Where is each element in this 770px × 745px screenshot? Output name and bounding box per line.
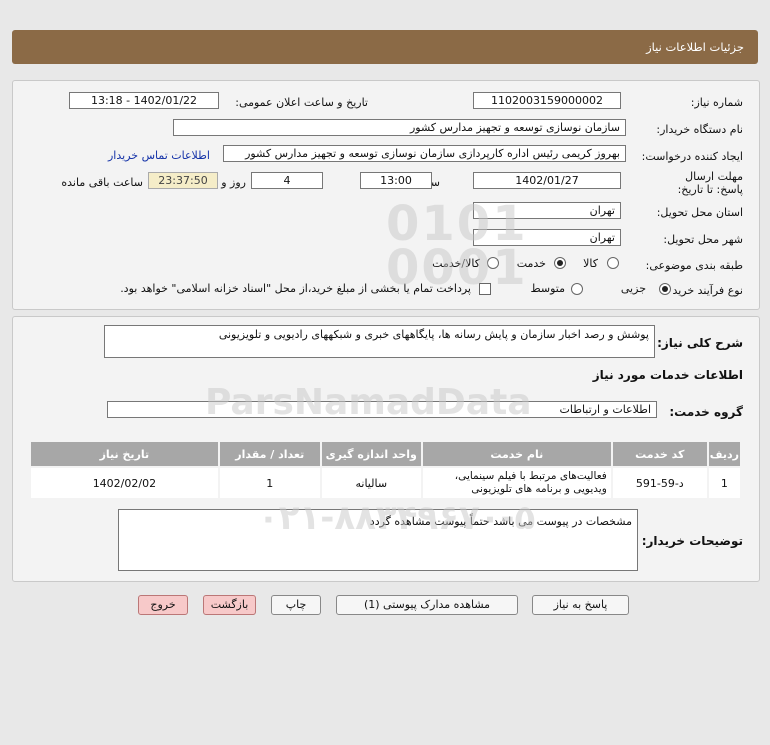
cell-name: فعالیت‌های مرتبط با فیلم سینمایی، ویدیوی… (420, 466, 613, 500)
announce-field: 1402/01/22 - 13:18 (69, 92, 219, 109)
cell-unit: سالیانه (319, 466, 423, 500)
table-row: 1 د-59-591 فعالیت‌های مرتبط با فیلم سینم… (29, 466, 743, 500)
summary-field: پوشش و رصد اخبار سازمان و پایش رسانه ها،… (104, 325, 655, 358)
summary-label: شرح کلی نیاز: (657, 336, 743, 350)
buyer-notes-label: توضیحات خریدار: (641, 534, 743, 548)
col-date-header: تاریخ نیاز (29, 440, 220, 468)
category-option-goods-service: کالا/خدمت (432, 257, 480, 270)
service-group-field: اطلاعات و ارتباطات (107, 401, 657, 418)
category-option-goods: کالا (583, 257, 598, 270)
col-name-header: نام خدمت (420, 440, 613, 468)
exit-button[interactable]: خروج (138, 595, 188, 615)
reply-button[interactable]: پاسخ به نیاز (532, 595, 629, 615)
cell-code: د-59-591 (610, 466, 709, 500)
buyer-org-label: نام دستگاه خریدار: (656, 123, 743, 136)
need-number-label: شماره نیاز: (690, 96, 743, 109)
category-radio-service[interactable] (554, 257, 566, 269)
creator-label: ایجاد کننده درخواست: (641, 150, 743, 163)
payment-note: پرداخت تمام یا بخشی از مبلغ خرید،از محل … (120, 282, 471, 295)
buyer-notes-field: مشخصات در پیوست می باشد حتماً پیوست مشاه… (118, 509, 638, 571)
process-label: نوع فرآیند خرید : (665, 284, 743, 297)
treasury-payment-checkbox[interactable] (479, 283, 491, 295)
need-number-field: 1102003159000002 (473, 92, 621, 109)
days-label: روز و (221, 176, 246, 189)
col-unit-header: واحد اندازه گیری (319, 440, 423, 468)
page-title: جزئیات اطلاعات نیاز (646, 40, 744, 54)
cell-qty: 1 (217, 466, 322, 500)
process-option-minor: جزیی (620, 282, 646, 295)
page-header: جزئیات اطلاعات نیاز (12, 30, 758, 64)
process-radio-minor[interactable] (659, 283, 671, 295)
services-table: ردیف کد خدمت نام خدمت واحد اندازه گیری ت… (29, 440, 743, 500)
col-code-header: کد خدمت (610, 440, 709, 468)
creator-field: بهروز کریمی رئیس اداره کارپردازی سازمان … (223, 145, 626, 162)
back-button[interactable]: بازگشت (203, 595, 256, 615)
category-radio-goods-service[interactable] (487, 257, 499, 269)
remaining-label: ساعت باقی مانده (61, 176, 143, 189)
province-field: تهران (473, 202, 621, 219)
buyer-org-field: سازمان نوسازی توسعه و تجهیز مدارس کشور (173, 119, 626, 136)
service-group-label: گروه خدمت: (669, 405, 743, 419)
view-attachments-button[interactable]: مشاهده مدارک پیوستی (1) (336, 595, 518, 615)
remaining-time-field: 23:37:50 (148, 172, 218, 189)
print-button[interactable]: چاپ (271, 595, 321, 615)
category-label: طبقه بندی موضوعی: (645, 259, 743, 272)
process-radio-medium[interactable] (571, 283, 583, 295)
province-label: استان محل تحویل: (656, 206, 743, 219)
deadline-label: مهلت ارسال پاسخ: تا تاریخ: (677, 170, 743, 196)
col-qty-header: تعداد / مقدار (217, 440, 322, 468)
table-header-row: ردیف کد خدمت نام خدمت واحد اندازه گیری ت… (29, 440, 743, 468)
category-option-service: خدمت (516, 257, 546, 270)
city-field: تهران (473, 229, 621, 246)
city-label: شهر محل تحویل: (663, 233, 743, 246)
announce-label: تاریخ و ساعت اعلان عمومی: (235, 96, 368, 109)
deadline-time-field: 13:00 (360, 172, 432, 189)
process-option-medium: متوسط (530, 282, 565, 295)
info-panel (12, 80, 760, 310)
buyer-contact-link[interactable]: اطلاعات تماس خریدار (108, 149, 210, 162)
col-row-header: ردیف (706, 440, 743, 468)
deadline-date-field: 1402/01/27 (473, 172, 621, 189)
services-heading: اطلاعات خدمات مورد نیاز (592, 368, 743, 382)
days-field: 4 (251, 172, 323, 189)
category-radio-goods[interactable] (607, 257, 619, 269)
cell-row: 1 (706, 466, 743, 500)
cell-date: 1402/02/02 (29, 466, 220, 500)
